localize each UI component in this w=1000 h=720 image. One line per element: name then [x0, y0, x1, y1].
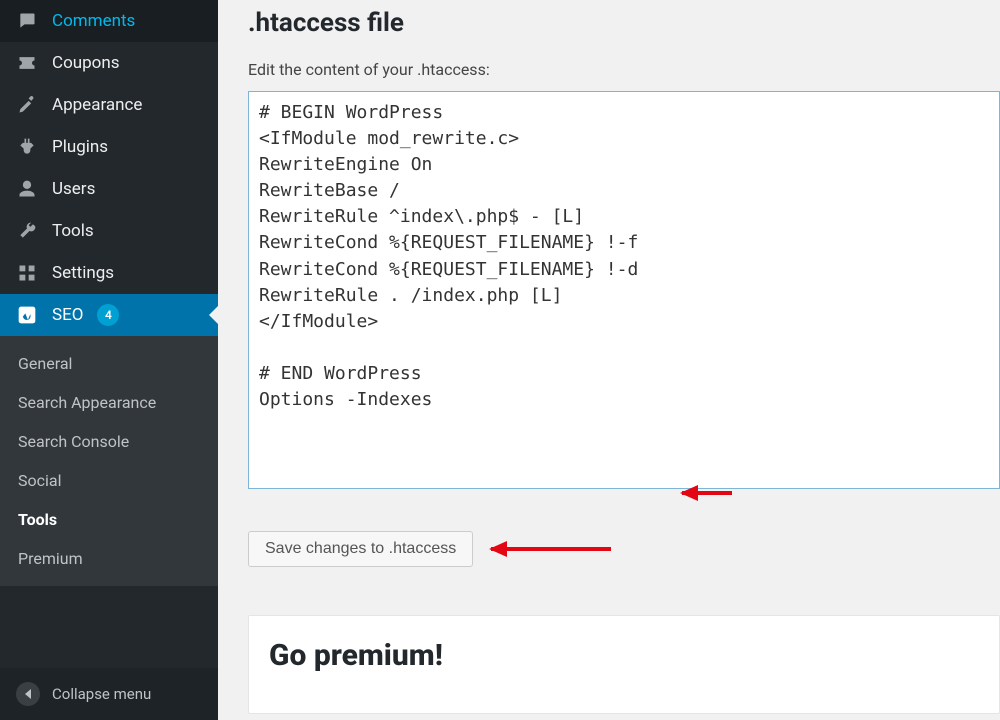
- seo-submenu: General Search Appearance Search Console…: [0, 336, 218, 586]
- settings-icon: [16, 262, 38, 284]
- section-title: .htaccess file: [248, 8, 1000, 38]
- submenu-item-general[interactable]: General: [0, 344, 218, 383]
- admin-menu: Comments Coupons Appearance Plugins: [0, 0, 218, 336]
- coupons-icon: [16, 52, 38, 74]
- seo-icon: [16, 304, 38, 326]
- submenu-item-label: Premium: [18, 549, 83, 568]
- section-description: Edit the content of your .htaccess:: [248, 60, 1000, 79]
- collapse-icon: [16, 682, 40, 706]
- submenu-item-social[interactable]: Social: [0, 461, 218, 500]
- submenu-item-label: Search Appearance: [18, 393, 156, 412]
- users-icon: [16, 178, 38, 200]
- premium-card: Go premium!: [248, 615, 1000, 714]
- sidebar-item-label: Coupons: [52, 53, 120, 73]
- button-row: Save changes to .htaccess: [248, 531, 1000, 567]
- collapse-label: Collapse menu: [52, 685, 151, 703]
- sidebar-item-users[interactable]: Users: [0, 168, 218, 210]
- submenu-item-label: Search Console: [18, 432, 129, 451]
- annotation-arrow-icon: [682, 491, 732, 495]
- collapse-menu-button[interactable]: Collapse menu: [0, 668, 218, 720]
- premium-card-title: Go premium!: [269, 638, 979, 673]
- htaccess-textarea[interactable]: [248, 91, 1000, 489]
- sidebar-item-appearance[interactable]: Appearance: [0, 84, 218, 126]
- sidebar-item-label: Settings: [52, 263, 114, 283]
- sidebar-item-comments[interactable]: Comments: [0, 0, 218, 42]
- comments-icon: [16, 10, 38, 32]
- admin-sidebar: Comments Coupons Appearance Plugins: [0, 0, 218, 720]
- submenu-item-label: Tools: [18, 510, 57, 529]
- sidebar-item-coupons[interactable]: Coupons: [0, 42, 218, 84]
- main-content: .htaccess file Edit the content of your …: [218, 0, 1000, 720]
- save-htaccess-button[interactable]: Save changes to .htaccess: [248, 531, 473, 567]
- submenu-item-search-console[interactable]: Search Console: [0, 422, 218, 461]
- submenu-item-search-appearance[interactable]: Search Appearance: [0, 383, 218, 422]
- appearance-icon: [16, 94, 38, 116]
- sidebar-item-label: Tools: [52, 221, 94, 241]
- tools-icon: [16, 220, 38, 242]
- htaccess-editor-wrap: [248, 91, 1000, 493]
- sidebar-item-label: Users: [52, 179, 95, 199]
- sidebar-item-label: SEO: [52, 305, 83, 325]
- seo-update-badge: 4: [97, 304, 119, 326]
- app-root: Comments Coupons Appearance Plugins: [0, 0, 1000, 720]
- sidebar-item-seo[interactable]: SEO 4: [0, 294, 218, 336]
- submenu-item-tools[interactable]: Tools: [0, 500, 218, 539]
- sidebar-item-settings[interactable]: Settings: [0, 252, 218, 294]
- submenu-item-premium[interactable]: Premium: [0, 539, 218, 578]
- submenu-item-label: Social: [18, 471, 61, 490]
- sidebar-item-label: Appearance: [52, 95, 142, 115]
- submenu-item-label: General: [18, 354, 72, 373]
- sidebar-item-plugins[interactable]: Plugins: [0, 126, 218, 168]
- plugins-icon: [16, 136, 38, 158]
- sidebar-item-tools[interactable]: Tools: [0, 210, 218, 252]
- sidebar-item-label: Comments: [52, 11, 135, 31]
- sidebar-item-label: Plugins: [52, 137, 108, 157]
- annotation-arrow-icon: [491, 547, 611, 551]
